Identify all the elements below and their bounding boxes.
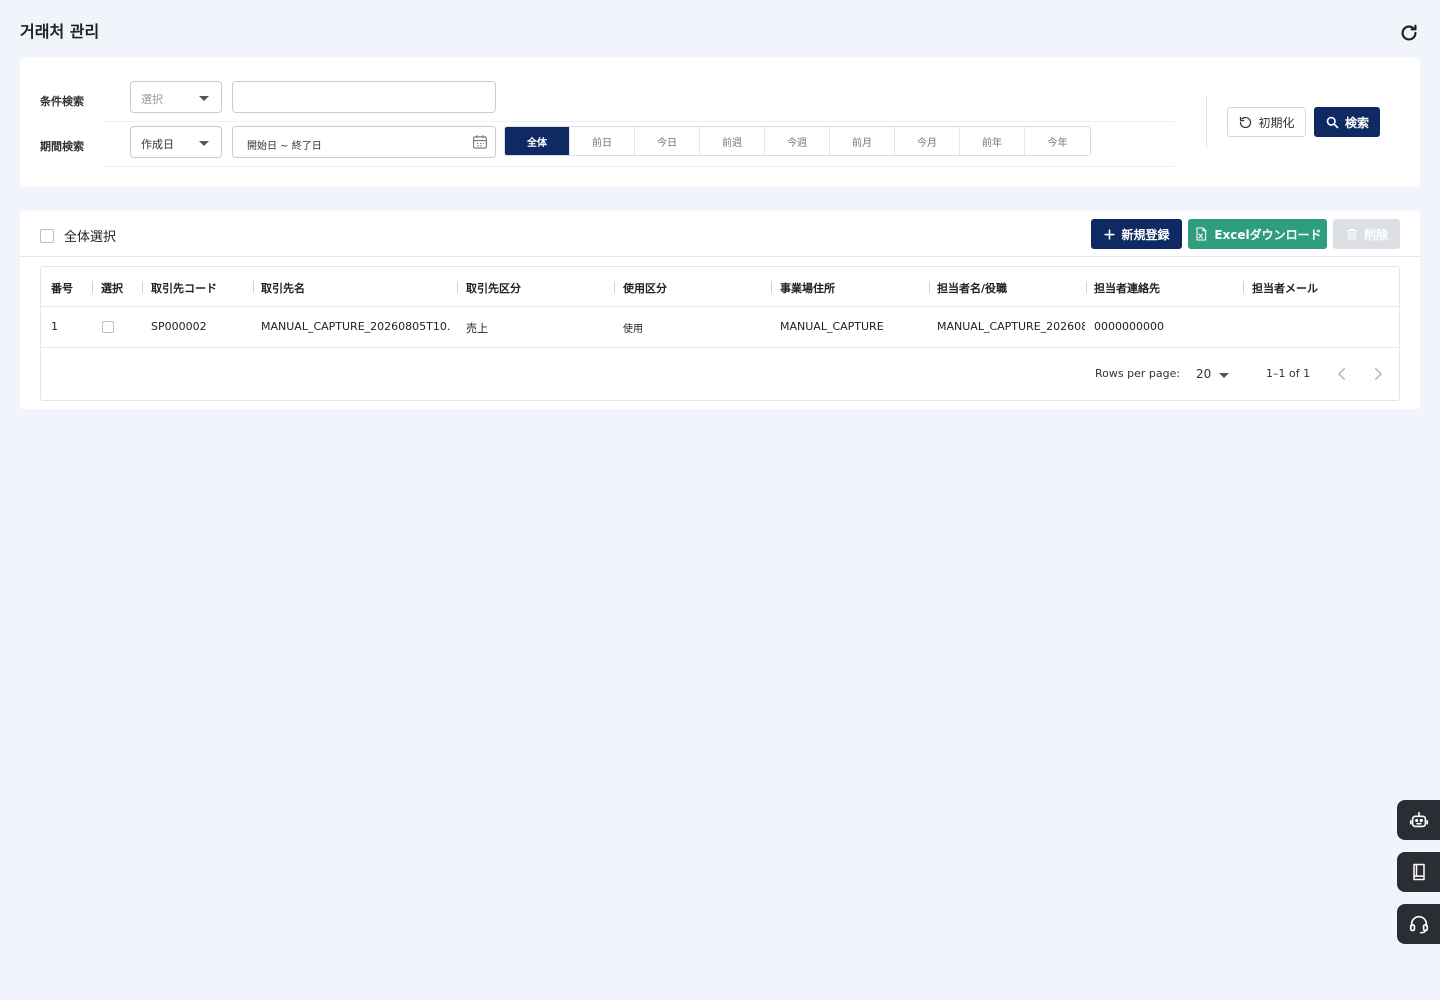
delete-button[interactable]: 削除 xyxy=(1333,219,1400,249)
calendar-icon[interactable] xyxy=(471,133,489,151)
search-panel: 条件検索 選択 期間検索 作成日 開始日 ~ 終了日 全体 前日 今日 前週 今週 前月今… xyxy=(20,57,1420,187)
cell-phone: 0000000000 xyxy=(1094,320,1164,333)
table-header: 番号 選択 取引先コード 取引先名 取引先区分 使用区分 事業場住所 担当者名/… xyxy=(41,267,1399,307)
period-type-select[interactable]: 作成日 xyxy=(130,126,222,158)
period-search-row: 期間検索 作成日 開始日 ~ 終了日 全体 前日 今日 前週 今週 前月 今月 前年 今年 xyxy=(40,126,1200,166)
period-button[interactable]: 前月 xyxy=(830,127,895,155)
refresh-icon[interactable] xyxy=(1398,22,1420,44)
column-separator xyxy=(1243,281,1244,293)
cell-address: MANUAL_CAPTURE xyxy=(780,320,884,333)
excel-download-button[interactable]: Excelダウンロード xyxy=(1188,219,1327,249)
column-separator xyxy=(253,281,254,293)
cell-number: 1 xyxy=(51,320,58,333)
cell-type: 売上 xyxy=(466,322,488,335)
reset-button-label: 初期化 xyxy=(1258,115,1295,130)
period-type-value: 作成日 xyxy=(141,138,174,151)
period-button[interactable]: 前年 xyxy=(960,127,1025,155)
rows-per-page-label: Rows per page: xyxy=(1095,367,1181,380)
period-button[interactable]: 今週 xyxy=(765,127,830,155)
pagination: Rows per page: 20 1–1 of 1 xyxy=(41,365,1399,385)
period-button[interactable]: 今日 xyxy=(635,127,700,155)
period-button[interactable]: 全体 xyxy=(505,127,570,155)
col-header-number: 番号 xyxy=(51,282,73,295)
plus-icon xyxy=(1104,228,1116,240)
robot-icon xyxy=(1409,811,1428,828)
cell-name: MANUAL_CAPTURE_20260805T10... xyxy=(261,320,451,333)
search-button[interactable]: 検索 xyxy=(1314,107,1380,137)
column-separator xyxy=(771,281,772,293)
col-header-phone[interactable]: 担当者連絡先 xyxy=(1094,280,1160,296)
period-quick-buttons: 全体 前日 今日 前週 今週 前月 今月 前年 今年 xyxy=(504,126,1091,156)
select-all-label: 全体選択 xyxy=(64,230,117,245)
col-header-name[interactable]: 取引先名 xyxy=(261,280,305,296)
table-row[interactable]: 1 SP000002 MANUAL_CAPTURE_20260805T10...… xyxy=(41,307,1399,348)
manual-button[interactable] xyxy=(1397,852,1440,892)
book-icon xyxy=(1412,863,1425,881)
search-button-label: 検索 xyxy=(1344,115,1369,130)
delete-label: 削除 xyxy=(1363,227,1388,242)
list-toolbar: 全体選択 新規登録 Excelダウンロード 削除 xyxy=(20,211,1420,257)
new-register-label: 新規登録 xyxy=(1121,227,1170,242)
column-separator xyxy=(142,281,143,293)
period-button[interactable]: 前週 xyxy=(700,127,765,155)
cell-code: SP000002 xyxy=(151,320,207,333)
pagination-range: 1–1 of 1 xyxy=(1266,367,1311,380)
date-range-input[interactable]: 開始日 ~ 終了日 xyxy=(232,126,496,158)
chevron-down-icon xyxy=(199,96,209,101)
chevron-down-icon xyxy=(199,141,209,146)
headset-icon xyxy=(1409,915,1428,934)
cell-usage: 使用 xyxy=(623,324,643,335)
col-header-email[interactable]: 担当者メール xyxy=(1252,280,1318,296)
trash-icon xyxy=(1346,228,1358,240)
select-all[interactable]: 全体選択 xyxy=(40,226,116,245)
col-header-usage[interactable]: 使用区分 xyxy=(623,280,667,296)
new-register-button[interactable]: 新規登録 xyxy=(1091,219,1182,249)
reset-button[interactable]: 初期化 xyxy=(1227,107,1306,137)
col-header-manager[interactable]: 担当者名/役職 xyxy=(937,280,1007,296)
condition-select[interactable]: 選択 xyxy=(130,81,222,113)
condition-search-label: 条件検索 xyxy=(40,95,84,108)
rows-per-page-select[interactable]: 20 xyxy=(1196,367,1211,381)
reset-icon xyxy=(1240,116,1252,128)
list-panel: 全体選択 新規登録 Excelダウンロード 削除 番号 選択 取引先コード 取引… xyxy=(20,211,1420,409)
column-separator xyxy=(92,281,93,293)
col-header-code[interactable]: 取引先コード xyxy=(151,280,217,296)
partner-table: 番号 選択 取引先コード 取引先名 取引先区分 使用区分 事業場住所 担当者名/… xyxy=(40,266,1400,401)
date-range-text: 開始日 ~ 終了日 xyxy=(247,141,322,152)
col-header-type[interactable]: 取引先区分 xyxy=(466,280,521,296)
condition-select-placeholder: 選択 xyxy=(141,93,163,106)
row-checkbox[interactable] xyxy=(102,321,114,333)
period-button[interactable]: 今月 xyxy=(895,127,960,155)
period-button[interactable]: 前日 xyxy=(570,127,635,155)
chevron-down-icon[interactable] xyxy=(1219,373,1229,378)
column-separator xyxy=(929,281,930,293)
page-header: 거래처 관리 xyxy=(20,20,1420,46)
select-all-checkbox[interactable] xyxy=(40,228,54,243)
chevron-left-icon[interactable] xyxy=(1333,365,1351,383)
vertical-divider xyxy=(1206,96,1207,148)
row-divider xyxy=(104,166,1174,167)
chevron-right-icon[interactable] xyxy=(1369,365,1387,383)
search-icon xyxy=(1326,116,1339,128)
condition-search-row: 条件検索 選択 xyxy=(40,81,1200,121)
condition-search-input[interactable] xyxy=(232,81,496,113)
cell-manager: MANUAL_CAPTURE_2026080 xyxy=(937,320,1085,333)
chatbot-button[interactable] xyxy=(1397,800,1440,840)
excel-download-label: Excelダウンロード xyxy=(1214,227,1322,242)
row-divider xyxy=(104,121,1174,122)
period-search-label: 期間検索 xyxy=(40,140,84,153)
support-button[interactable] xyxy=(1397,904,1440,944)
column-separator xyxy=(457,281,458,293)
col-header-select: 選択 xyxy=(101,282,123,295)
col-header-address[interactable]: 事業場住所 xyxy=(780,280,835,296)
page-title: 거래처 관리 xyxy=(20,22,100,41)
excel-file-icon xyxy=(1196,227,1207,241)
period-button[interactable]: 今年 xyxy=(1025,127,1090,155)
column-separator xyxy=(1086,281,1087,293)
column-separator xyxy=(614,281,615,293)
